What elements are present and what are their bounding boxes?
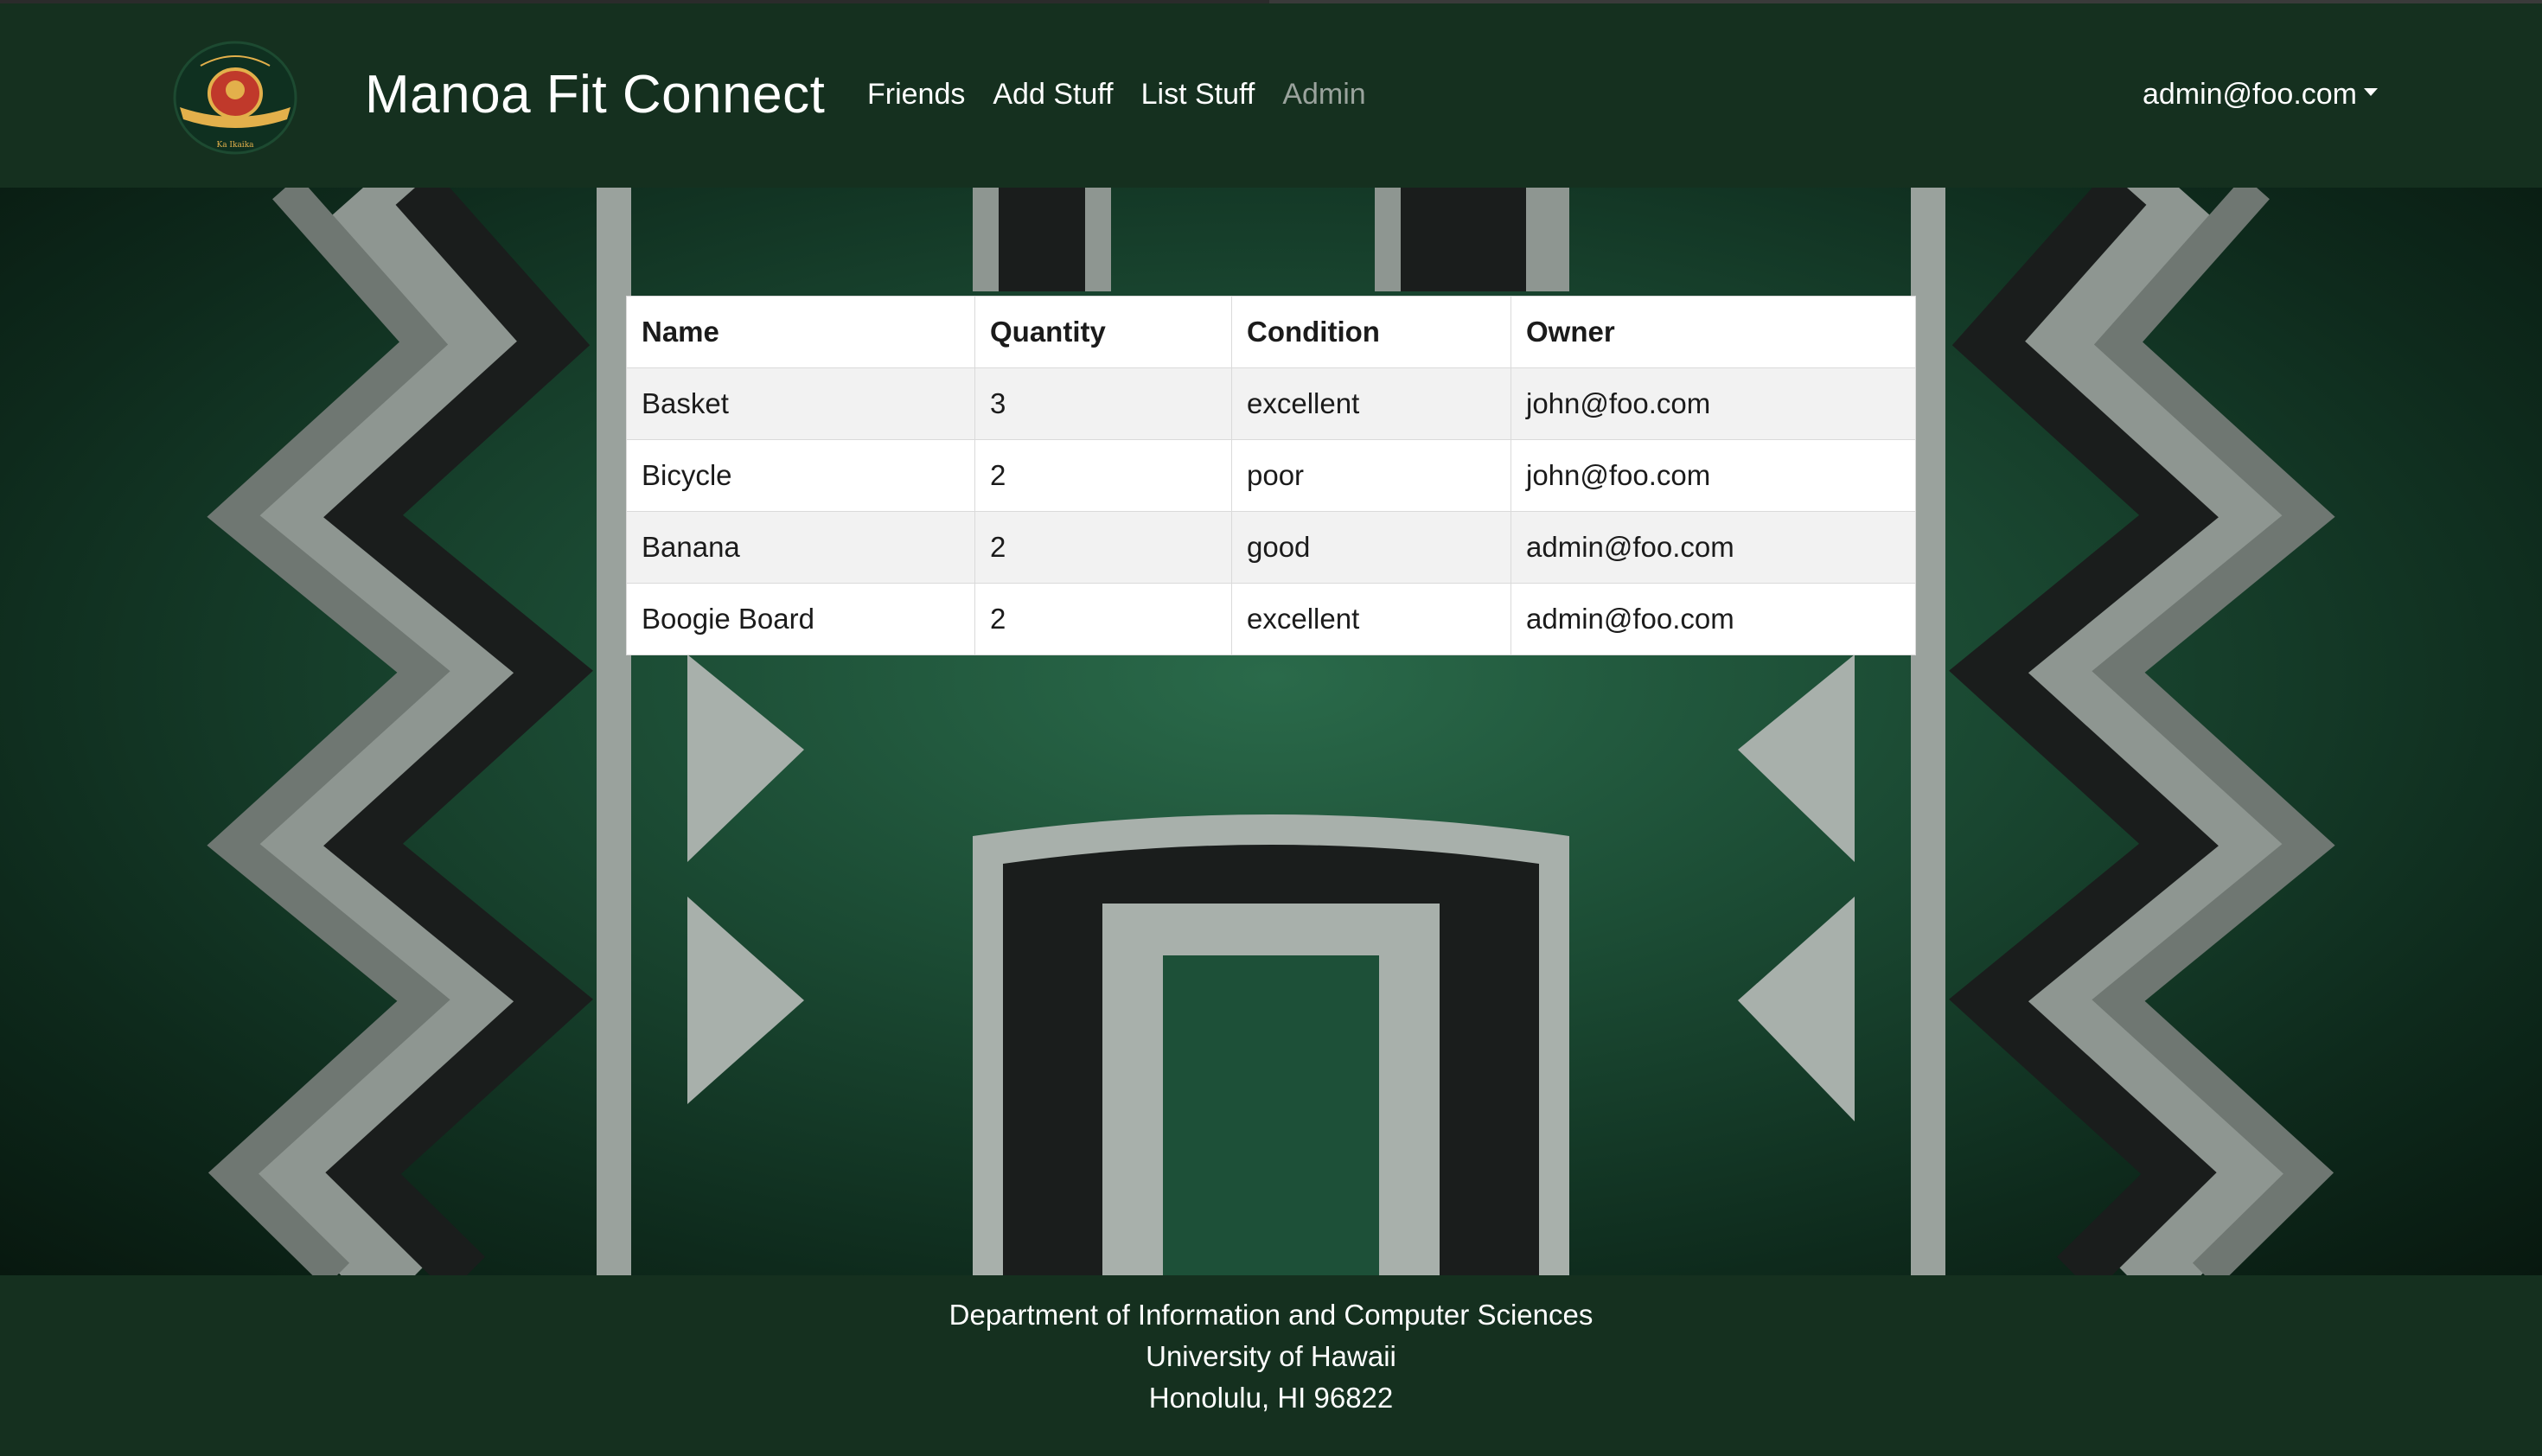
cell-condition: poor xyxy=(1231,439,1511,512)
nav-links: Friends Add Stuff List Stuff Admin xyxy=(867,78,1366,121)
nav-link-admin[interactable]: Admin xyxy=(1282,78,1365,121)
table-row: Boogie Board 2 excellent admin@foo.com xyxy=(626,583,1916,655)
nav-link-list-stuff[interactable]: List Stuff xyxy=(1141,78,1255,121)
cell-condition: excellent xyxy=(1231,583,1511,655)
table-header-row: Name Quantity Condition Owner xyxy=(626,296,1916,368)
footer: Department of Information and Computer S… xyxy=(0,1275,2542,1456)
footer-department: Department of Information and Computer S… xyxy=(948,1299,1594,1331)
cell-name: Basket xyxy=(626,367,975,440)
table-row: Bicycle 2 poor john@foo.com xyxy=(626,439,1916,512)
nav-link-friends[interactable]: Friends xyxy=(867,78,965,121)
cell-quantity: 2 xyxy=(974,439,1232,512)
cell-name: Boogie Board xyxy=(626,583,975,655)
footer-university: University of Hawaii xyxy=(1146,1340,1396,1372)
table-row: Banana 2 good admin@foo.com xyxy=(626,511,1916,584)
cell-name: Bicycle xyxy=(626,439,975,512)
nav-link-add-stuff[interactable]: Add Stuff xyxy=(993,78,1113,121)
column-header-name: Name xyxy=(626,296,975,368)
cell-quantity: 2 xyxy=(974,583,1232,655)
cell-condition: good xyxy=(1231,511,1511,584)
cell-quantity: 3 xyxy=(974,367,1232,440)
column-header-owner: Owner xyxy=(1511,296,1916,368)
chevron-down-icon xyxy=(2364,88,2378,96)
svg-text:Ka Ikaika: Ka Ikaika xyxy=(216,141,254,150)
cell-owner: john@foo.com xyxy=(1511,439,1916,512)
brand-title[interactable]: Manoa Fit Connect xyxy=(365,64,825,125)
user-dropdown[interactable]: admin@foo.com xyxy=(2143,78,2378,112)
footer-address: Honolulu, HI 96822 xyxy=(1148,1382,1394,1414)
column-header-condition: Condition xyxy=(1231,296,1511,368)
cell-owner: admin@foo.com xyxy=(1511,583,1916,655)
navbar: Ka Ikaika Manoa Fit Connect Friends Add … xyxy=(0,3,2542,188)
cell-owner: john@foo.com xyxy=(1511,367,1916,440)
table-row: Basket 3 excellent john@foo.com xyxy=(626,367,1916,440)
cell-owner: admin@foo.com xyxy=(1511,511,1916,584)
stuff-table: Name Quantity Condition Owner Basket 3 e… xyxy=(626,296,1916,655)
cell-quantity: 2 xyxy=(974,511,1232,584)
column-header-quantity: Quantity xyxy=(974,296,1232,368)
cell-name: Banana xyxy=(626,511,975,584)
cell-condition: excellent xyxy=(1231,367,1511,440)
user-dropdown-label: admin@foo.com xyxy=(2142,78,2357,111)
manoa-fit-connect-seal-icon[interactable]: Ka Ikaika xyxy=(169,40,301,156)
